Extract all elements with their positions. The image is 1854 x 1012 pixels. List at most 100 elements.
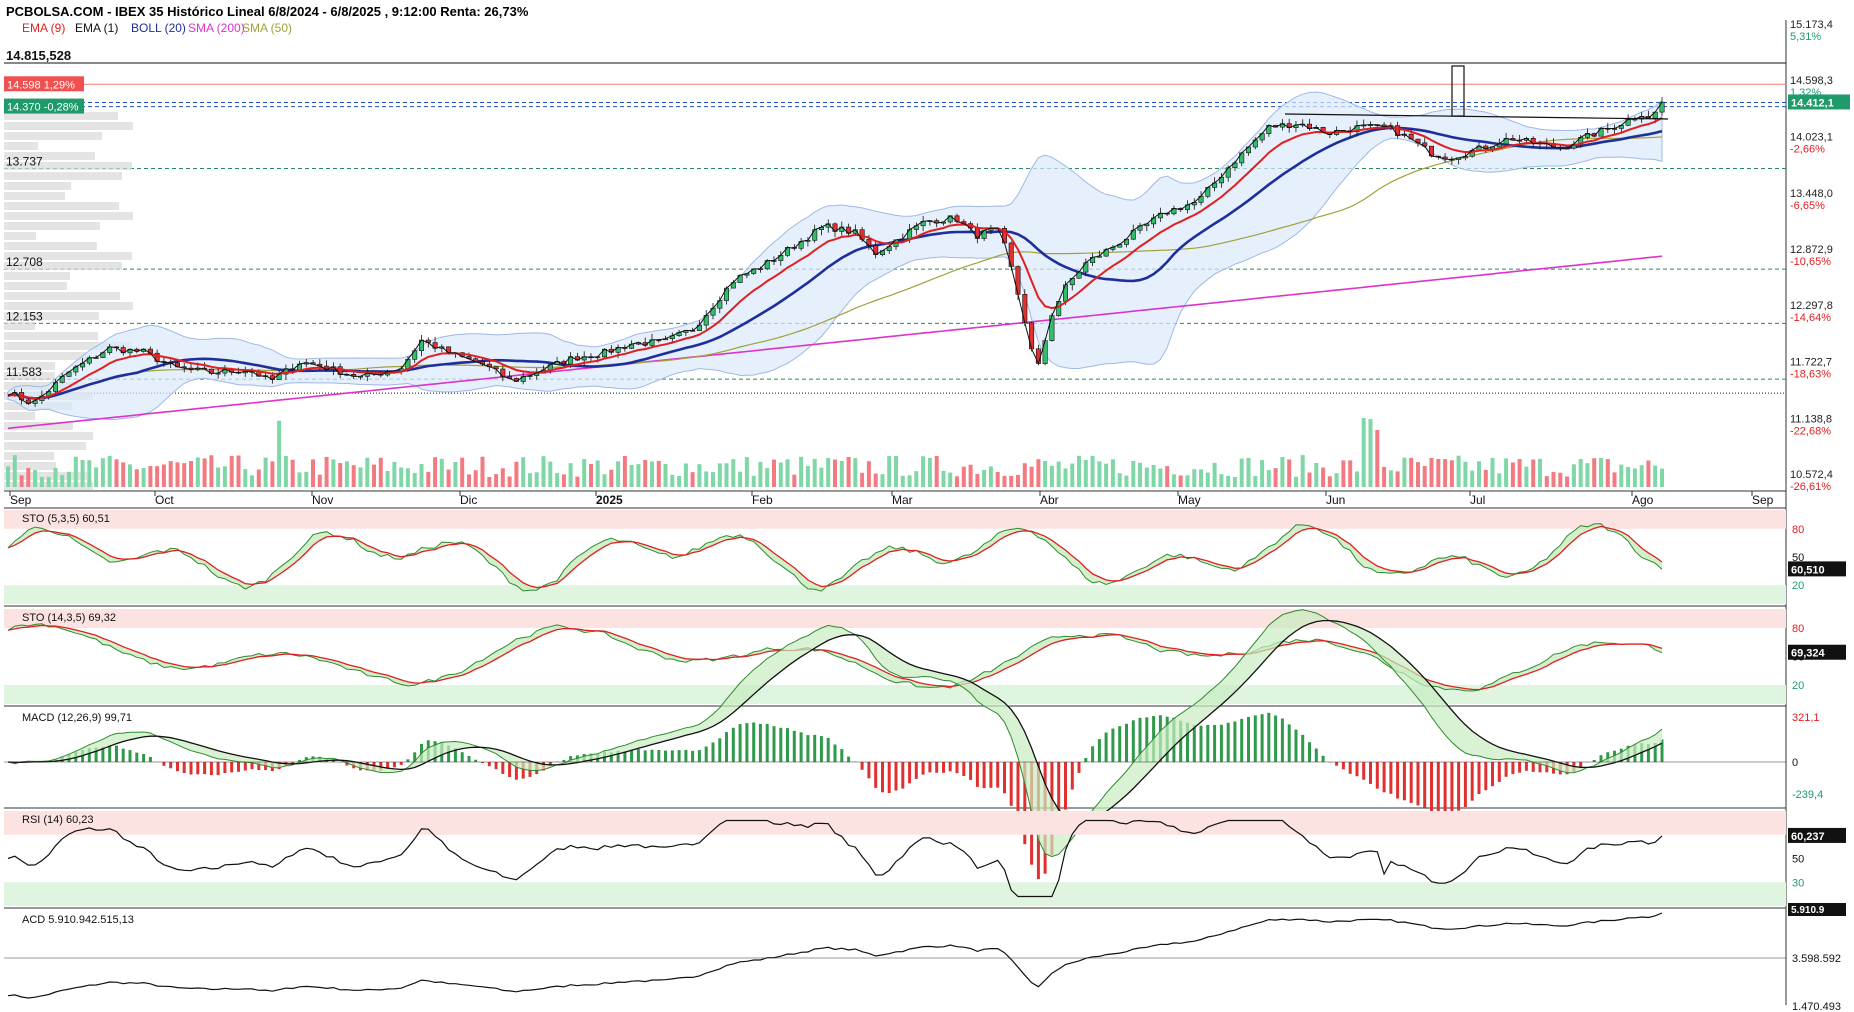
macd-histogram-bar <box>494 762 498 770</box>
volume-bar <box>222 466 227 487</box>
volume-bar <box>738 471 743 487</box>
volume-bar <box>80 459 85 487</box>
volume-bar <box>934 456 939 487</box>
volume-bar <box>216 467 221 487</box>
volume-profile-bar <box>4 132 102 140</box>
volume-bar <box>1232 477 1237 487</box>
volume-bar <box>304 471 309 487</box>
macd-histogram-bar <box>779 727 783 762</box>
svg-text:69,324: 69,324 <box>1791 648 1826 660</box>
volume-bar <box>107 455 112 487</box>
volume-bar <box>243 469 248 487</box>
volume-bar <box>622 456 627 487</box>
indicator-level: 20 <box>1792 580 1804 592</box>
macd-signal-line <box>7 619 1663 824</box>
osc-d-line <box>7 525 1663 589</box>
acd-line <box>7 912 1663 999</box>
macd-histogram-bar <box>467 755 471 762</box>
indicator-level: 1.470.493 <box>1792 1001 1841 1012</box>
macd-histogram-bar <box>474 759 478 762</box>
volume-bar <box>311 459 315 487</box>
volume-bar <box>399 467 404 487</box>
macd-histogram-bar <box>189 762 193 775</box>
macd-histogram-bar <box>243 762 247 771</box>
volume-bar <box>690 472 695 487</box>
volume-bar <box>365 457 370 487</box>
volume-bar <box>968 464 973 487</box>
volume-profile-bar <box>4 412 35 420</box>
price-panel: 14.815,528 13.737 12.708 12.153 11.583 14.59… <box>4 19 1850 507</box>
macd-histogram-bar <box>182 762 186 774</box>
volume-bar <box>548 461 553 487</box>
volume-bar <box>256 469 261 487</box>
macd-histogram-bar <box>908 762 912 784</box>
macd-histogram-bar <box>1077 762 1081 773</box>
macd-histogram-bar <box>392 762 396 768</box>
macd-histogram-bar <box>1084 758 1088 762</box>
macd-histogram-bar <box>1003 762 1006 794</box>
volume-bar <box>765 468 770 487</box>
indicator-label: ACD 5.910.942.515,13 <box>22 914 134 926</box>
volume-bar <box>1531 459 1536 487</box>
legend-sma50: SMA (50) <box>242 21 292 35</box>
volume-bar <box>1327 476 1332 487</box>
macd-histogram-bar <box>847 756 851 762</box>
volume-bar <box>1409 457 1414 487</box>
volume-bar <box>1280 457 1285 487</box>
macd-histogram-bar <box>745 723 749 762</box>
volume-bar <box>921 456 926 487</box>
legend-sma200: SMA (200) <box>188 21 245 35</box>
volume-bar <box>1314 462 1319 487</box>
x-label: May <box>1178 493 1201 507</box>
volume-bar <box>1307 472 1312 487</box>
volume-bar <box>1653 465 1658 487</box>
volume-bar <box>1429 457 1434 487</box>
x-label: Ago <box>1632 493 1654 507</box>
volume-bar <box>1002 475 1007 487</box>
level-label: 12.708 <box>6 255 43 269</box>
macd-histogram-bar <box>1125 723 1128 762</box>
volume-profile-bar <box>4 432 93 440</box>
volume-bar <box>419 464 424 487</box>
macd-histogram-bar <box>684 749 688 762</box>
macd-histogram-bar <box>928 762 932 773</box>
volume-bar <box>324 456 329 487</box>
time-axis: Sep Oct Nov Dic 2025 Feb Mar Abr May Jun Jul Ago Sep <box>9 491 1774 507</box>
volume-bar <box>351 465 356 487</box>
macd-histogram-bar <box>216 762 220 776</box>
volume-bar <box>1626 466 1631 487</box>
chart-title: PCBOLSA.COM - IBEX 35 Histórico Lineal 6… <box>6 4 529 19</box>
x-label: Feb <box>752 493 773 507</box>
volume-profile-bar <box>4 242 97 250</box>
volume-bar <box>507 476 512 487</box>
volume-bar <box>500 468 505 487</box>
volume-bar <box>1422 466 1427 487</box>
volume-bar <box>1219 474 1224 487</box>
volume-bar <box>283 456 288 487</box>
volume-bar <box>473 470 478 487</box>
macd-histogram-bar <box>508 762 512 777</box>
volume-bar <box>785 459 790 487</box>
svg-text:60,237: 60,237 <box>1791 831 1825 843</box>
svg-text:14.370 -0,28%: 14.370 -0,28% <box>7 102 79 114</box>
indicator-label: STO (14,3,5) 69,32 <box>22 612 116 624</box>
price-tick: 12.297,8 <box>1790 300 1833 312</box>
x-label: Dic <box>460 493 477 507</box>
volume-bar <box>1253 476 1258 487</box>
macd-histogram-bar <box>650 749 654 762</box>
macd-histogram-bar <box>664 750 667 762</box>
macd-histogram-bar <box>1301 734 1305 762</box>
volume-bar <box>812 458 817 487</box>
macd-histogram-bar <box>1409 762 1413 803</box>
macd-histogram-bar <box>115 745 118 762</box>
oversold-zone <box>4 685 1786 704</box>
volume-bar <box>636 464 641 487</box>
pct-tick: -2,66% <box>1790 144 1825 156</box>
volume-profile-bar <box>4 222 100 230</box>
volume-bar <box>1565 476 1570 487</box>
volume-bar <box>1456 455 1461 487</box>
volume-bar <box>1287 459 1292 487</box>
volume-bar <box>1477 461 1481 487</box>
current-price-badge: 14.412,1 <box>1788 94 1850 110</box>
volume-profile-bar <box>4 142 38 150</box>
